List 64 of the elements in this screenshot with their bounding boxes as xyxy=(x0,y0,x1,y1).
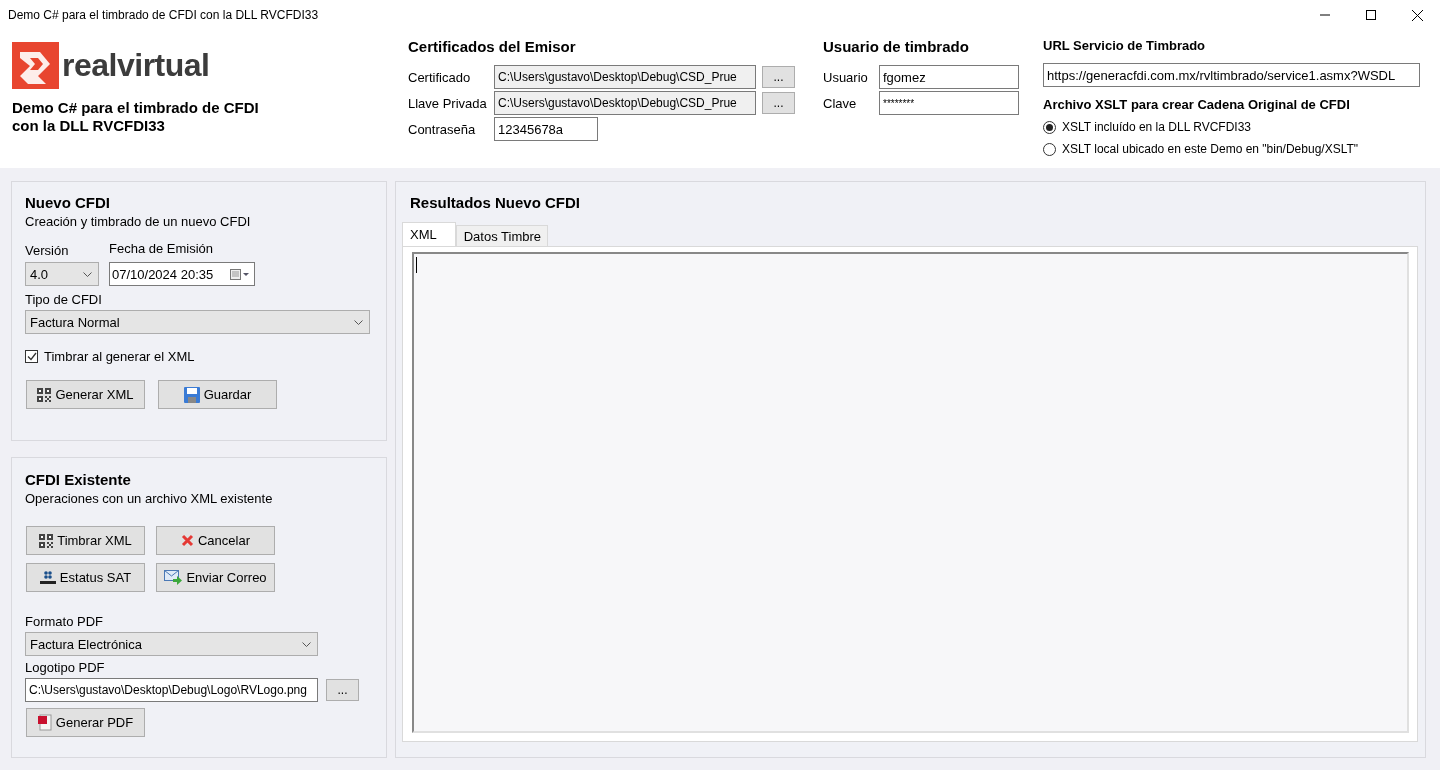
tab[interactable]: Datos Timbre xyxy=(455,225,549,246)
maximize-icon xyxy=(1366,10,1376,20)
section-title: Certificados del Emisor xyxy=(408,38,577,55)
envelope-arrow-icon xyxy=(164,570,183,585)
field-label: Certificado xyxy=(408,69,472,85)
field-label: Logotipo PDF xyxy=(25,660,106,675)
section-title: Usuario de timbrado xyxy=(823,38,970,55)
text-field[interactable]: C:\Users\gustavo\Desktop\Debug\CSD_Prue xyxy=(494,65,756,89)
action-button[interactable]: Cancelar xyxy=(156,526,275,555)
type-dropdown[interactable]: Factura Normal xyxy=(25,310,370,334)
window-title: Demo C# para el timbrado de CFDI con la DLL RVCFDI33 xyxy=(8,8,319,22)
action-button[interactable]: Timbrar XML xyxy=(26,526,145,555)
field-label: Clave xyxy=(823,95,858,111)
text-field[interactable]: C:\Users\gustavo\Desktop\Debug\CSD_Prue xyxy=(494,91,756,115)
calendar-icon xyxy=(230,268,250,280)
action-button[interactable]: Guardar xyxy=(158,380,277,409)
qr-code-icon xyxy=(37,387,52,402)
logo-wordmark: realvirtual xyxy=(62,47,210,84)
text-field[interactable]: 12345678a xyxy=(494,117,598,141)
format-dropdown[interactable]: Factura Electrónica xyxy=(25,632,318,656)
chevron-down-icon xyxy=(354,319,363,325)
radio-option[interactable]: XSLT incluído en la DLL RVCFDI33 xyxy=(1043,118,1432,136)
field-label: Formato PDF xyxy=(25,614,104,629)
action-button[interactable]: Estatus SAT xyxy=(26,563,145,592)
radio-icon[interactable] xyxy=(1043,120,1056,134)
chevron-down-icon xyxy=(302,641,311,647)
checkbox-option[interactable]: Timbrar al generar el XML xyxy=(25,349,373,364)
text-field[interactable]: ******** xyxy=(879,91,1019,115)
radio-icon[interactable] xyxy=(1043,142,1056,156)
text-field[interactable]: C:\Users\gustavo\Desktop\Debug\Logo\RVLogo.png xyxy=(25,678,318,702)
field-label: Contraseña xyxy=(408,121,477,137)
version-dropdown[interactable]: 4.0 xyxy=(25,262,99,286)
browse-button[interactable]: ... xyxy=(762,92,795,114)
panel-subtitle: Operaciones con un archivo XML existente xyxy=(25,491,274,506)
field-label: Tipo de CFDI xyxy=(25,292,103,307)
pdf-document-icon xyxy=(37,714,52,731)
checkbox-icon[interactable] xyxy=(25,350,38,363)
url-field[interactable]: https://generacfdi.com.mx/rvltimbrado/service1.asmx?WSDL xyxy=(1043,63,1420,87)
date-picker[interactable]: 07/10/2024 20:35 xyxy=(109,262,255,286)
field-label: Fecha de Emisión xyxy=(109,241,215,256)
close-icon xyxy=(1411,9,1423,21)
field-label: Versión xyxy=(25,243,70,258)
chevron-down-icon xyxy=(83,271,92,277)
browse-button[interactable]: ... xyxy=(762,66,795,88)
logo-mark-icon xyxy=(12,42,59,89)
qr-code-icon xyxy=(39,533,54,548)
panel-title: Nuevo CFDI xyxy=(25,194,111,211)
section-title: Archivo XSLT para crear Cadena Original de CFDI xyxy=(1043,97,1351,112)
radio-option[interactable]: XSLT local ubicado en este Demo en "bin/Debug/XSLT" xyxy=(1043,140,1432,158)
panel-title: CFDI Existente xyxy=(25,471,132,488)
action-button[interactable]: Generar PDF xyxy=(26,708,145,737)
browse-button[interactable]: ... xyxy=(326,679,359,701)
action-button[interactable]: Enviar Correo xyxy=(156,563,275,592)
dots-logo-icon xyxy=(39,570,56,585)
x-mark-icon xyxy=(181,534,194,547)
panel-title: Resultados Nuevo CFDI xyxy=(410,194,582,211)
field-label: Llave Privada xyxy=(408,95,488,111)
panel-subtitle: Creación y timbrado de un nuevo CFDI xyxy=(25,214,252,229)
text-field[interactable]: fgomez xyxy=(879,65,1019,89)
tab[interactable]: XML xyxy=(402,222,456,246)
app-subtitle: Demo C# para el timbrado de CFDI con la DLL RVCFDI33 xyxy=(12,99,260,135)
field-label: Usuario xyxy=(823,69,869,85)
action-button[interactable]: Generar XML xyxy=(26,380,145,409)
section-title: URL Servicio de Timbrado xyxy=(1043,38,1207,53)
